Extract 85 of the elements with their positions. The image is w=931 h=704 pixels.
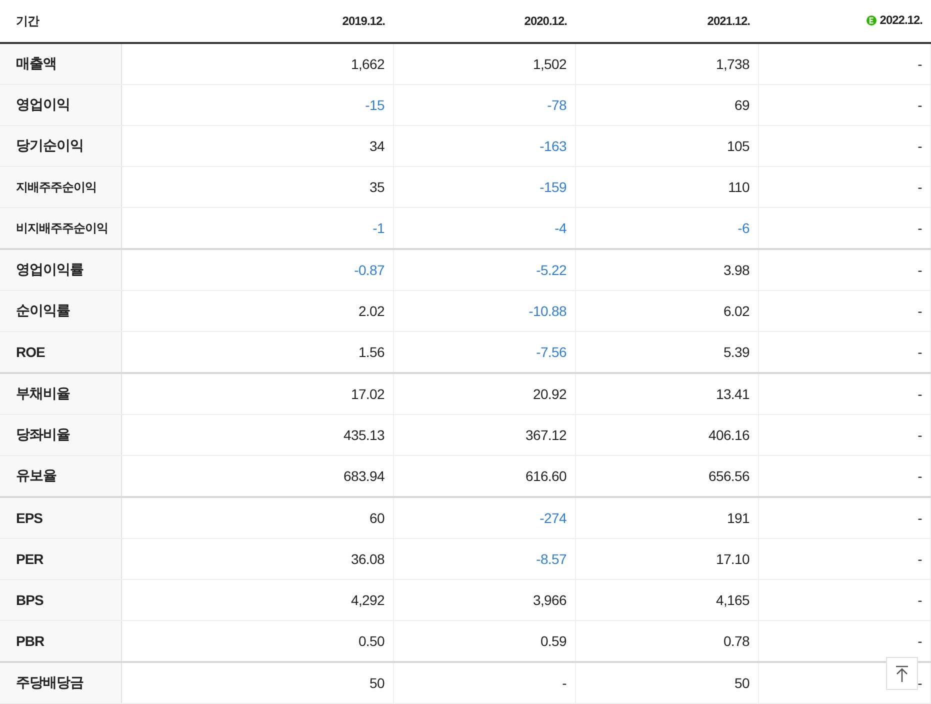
table-cell: - [758, 332, 930, 373]
table-cell: - [758, 166, 930, 208]
table-cell: - [758, 84, 930, 126]
table-cell: 36.08 [121, 538, 393, 580]
table-cell: -5.22 [393, 249, 575, 290]
row-label: 매출액 [0, 43, 121, 84]
table-cell: 4,165 [575, 580, 758, 620]
row-label: 주당배당금 [0, 662, 121, 704]
table-cell: 50 [575, 662, 758, 704]
column-header: 2021.12. [707, 14, 750, 28]
table-cell: 0.50 [121, 620, 393, 662]
table-cell: - [758, 538, 930, 580]
table-cell: - [758, 208, 930, 249]
row-label: 비지배주주순이익 [0, 208, 121, 249]
row-label: 순이익률 [0, 290, 121, 332]
table-cell: -159 [393, 166, 575, 208]
table-cell: 60 [121, 497, 393, 538]
table-cell: 683.94 [121, 456, 393, 497]
table-cell: - [758, 414, 930, 456]
table-cell: 1,738 [575, 43, 758, 84]
row-label: 영업이익률 [0, 249, 121, 290]
table-cell: 105 [575, 126, 758, 166]
table-cell: -78 [393, 84, 575, 126]
table-cell: -274 [393, 497, 575, 538]
table-cell: - [758, 580, 930, 620]
row-label: 지배주주순이익 [0, 166, 121, 208]
table-cell: 2.02 [121, 290, 393, 332]
table-cell: 17.02 [121, 373, 393, 414]
table-cell: -8.57 [393, 538, 575, 580]
table-cell: 3,966 [393, 580, 575, 620]
table-cell: 191 [575, 497, 758, 538]
table-cell: 20.92 [393, 373, 575, 414]
table-cell: - [758, 249, 930, 290]
row-label: PER [0, 538, 121, 580]
table-cell: -6 [575, 208, 758, 249]
table-cell: 367.12 [393, 414, 575, 456]
row-label: BPS [0, 580, 121, 620]
table-cell: 616.60 [393, 456, 575, 497]
table-cell: 0.78 [575, 620, 758, 662]
table-cell: 406.16 [575, 414, 758, 456]
row-label: 당기순이익 [0, 126, 121, 166]
table-cell: - [758, 290, 930, 332]
table-cell: - [758, 126, 930, 166]
table-cell: 13.41 [575, 373, 758, 414]
table-cell: 435.13 [121, 414, 393, 456]
arrow-up-icon [895, 664, 909, 682]
table-cell: -4 [393, 208, 575, 249]
column-header: 2019.12. [342, 14, 385, 28]
row-label: 당좌비율 [0, 414, 121, 456]
table-cell: 6.02 [575, 290, 758, 332]
column-header: 2022.12. [880, 13, 922, 28]
table-cell: 34 [121, 126, 393, 166]
table-cell: - [758, 43, 930, 84]
column-header: 기간 [16, 14, 39, 28]
row-label: PBR [0, 620, 121, 662]
table-cell: -10.88 [393, 290, 575, 332]
table-cell: - [758, 456, 930, 497]
table-cell: - [758, 497, 930, 538]
table-cell: 69 [575, 84, 758, 126]
table-cell: -1 [121, 208, 393, 249]
table-cell: 0.59 [393, 620, 575, 662]
row-label: 영업이익 [0, 84, 121, 126]
row-label: 유보율 [0, 456, 121, 497]
table-cell: 1,502 [393, 43, 575, 84]
table-cell: 35 [121, 166, 393, 208]
table-cell: 5.39 [575, 332, 758, 373]
table-cell: -0.87 [121, 249, 393, 290]
scroll-top-button[interactable] [886, 657, 918, 690]
table-cell: -163 [393, 126, 575, 166]
table-cell: 1.56 [121, 332, 393, 373]
table-cell: 3.98 [575, 249, 758, 290]
row-label: 부채비율 [0, 373, 121, 414]
table-cell: 50 [121, 662, 393, 704]
table-cell: - [393, 662, 575, 704]
table-cell: 110 [575, 166, 758, 208]
table-cell: - [758, 373, 930, 414]
table-cell: 17.10 [575, 538, 758, 580]
row-label: EPS [0, 497, 121, 538]
table-cell: 4,292 [121, 580, 393, 620]
table-cell: -7.56 [393, 332, 575, 373]
row-label: ROE [0, 332, 121, 373]
table-cell: -15 [121, 84, 393, 126]
column-header: 2020.12. [524, 14, 567, 28]
table-cell: 656.56 [575, 456, 758, 497]
table-cell: 1,662 [121, 43, 393, 84]
